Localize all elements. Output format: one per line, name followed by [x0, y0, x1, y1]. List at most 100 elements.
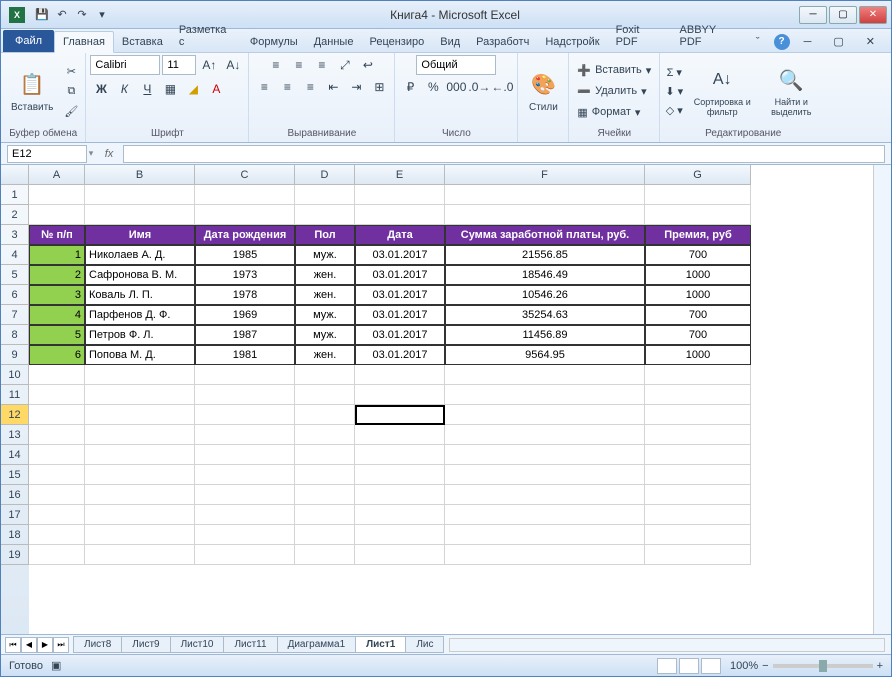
cell-A13[interactable]: [29, 425, 85, 445]
row-header-14[interactable]: 14: [1, 445, 29, 465]
font-name-combo[interactable]: Calibri: [90, 55, 160, 75]
row-header-13[interactable]: 13: [1, 425, 29, 445]
cell-F2[interactable]: [445, 205, 645, 225]
percent-button[interactable]: %: [422, 77, 444, 97]
sheet-tab-Лист1[interactable]: Лист1: [355, 636, 406, 653]
align-right-button[interactable]: ≡: [299, 77, 321, 97]
find-select-button[interactable]: 🔍 Найти и выделить: [760, 58, 822, 124]
cell-B15[interactable]: [85, 465, 195, 485]
cell-G8[interactable]: 700: [645, 325, 751, 345]
sheet-tab-Лист9[interactable]: Лист9: [121, 636, 170, 653]
zoom-slider[interactable]: [773, 664, 873, 668]
cell-A7[interactable]: 4: [29, 305, 85, 325]
cell-A9[interactable]: 6: [29, 345, 85, 365]
cell-D5[interactable]: жен.: [295, 265, 355, 285]
cell-A10[interactable]: [29, 365, 85, 385]
align-bottom-button[interactable]: ≡: [311, 55, 333, 75]
indent-inc-button[interactable]: ⇥: [345, 77, 367, 97]
cell-G15[interactable]: [645, 465, 751, 485]
column-header-F[interactable]: F: [445, 165, 645, 185]
cell-D19[interactable]: [295, 545, 355, 565]
cell-B19[interactable]: [85, 545, 195, 565]
cell-E1[interactable]: [355, 185, 445, 205]
cell-C10[interactable]: [195, 365, 295, 385]
ribbon-minimize-icon[interactable]: ˇ: [748, 32, 768, 52]
cell-F15[interactable]: [445, 465, 645, 485]
fx-button[interactable]: fx: [99, 145, 119, 163]
tab-view[interactable]: Вид: [432, 32, 468, 52]
align-left-button[interactable]: ≡: [253, 77, 275, 97]
row-header-17[interactable]: 17: [1, 505, 29, 525]
bold-button[interactable]: Ж: [90, 79, 112, 99]
decrease-decimal-button[interactable]: ←.0: [491, 77, 513, 97]
maximize-button[interactable]: ▢: [829, 6, 857, 24]
currency-button[interactable]: ₽: [399, 77, 421, 97]
cell-B11[interactable]: [85, 385, 195, 405]
cell-E8[interactable]: 03.01.2017: [355, 325, 445, 345]
row-header-7[interactable]: 7: [1, 305, 29, 325]
cell-F6[interactable]: 10546.26: [445, 285, 645, 305]
cell-G19[interactable]: [645, 545, 751, 565]
copy-button[interactable]: ⧉: [61, 82, 81, 100]
row-header-1[interactable]: 1: [1, 185, 29, 205]
cell-C2[interactable]: [195, 205, 295, 225]
cell-A19[interactable]: [29, 545, 85, 565]
cell-D11[interactable]: [295, 385, 355, 405]
view-normal-button[interactable]: [657, 658, 677, 674]
cell-F9[interactable]: 9564.95: [445, 345, 645, 365]
cell-F11[interactable]: [445, 385, 645, 405]
cell-B16[interactable]: [85, 485, 195, 505]
delete-cells-button[interactable]: ➖Удалить ▾: [573, 81, 655, 101]
cell-F17[interactable]: [445, 505, 645, 525]
cell-D15[interactable]: [295, 465, 355, 485]
cell-G13[interactable]: [645, 425, 751, 445]
zoom-level[interactable]: 100%: [730, 660, 758, 672]
wrap-text-button[interactable]: ↩: [357, 55, 379, 75]
cell-D16[interactable]: [295, 485, 355, 505]
merge-button[interactable]: ⊞: [368, 77, 390, 97]
cell-C11[interactable]: [195, 385, 295, 405]
cell-D2[interactable]: [295, 205, 355, 225]
row-header-11[interactable]: 11: [1, 385, 29, 405]
cell-B13[interactable]: [85, 425, 195, 445]
save-button[interactable]: 💾: [33, 6, 51, 24]
cell-G9[interactable]: 1000: [645, 345, 751, 365]
fill-button[interactable]: ⬇ ▾: [664, 82, 684, 100]
cell-C1[interactable]: [195, 185, 295, 205]
font-size-combo[interactable]: 11: [162, 55, 196, 75]
view-pagebreak-button[interactable]: [701, 658, 721, 674]
column-header-E[interactable]: E: [355, 165, 445, 185]
tab-developer[interactable]: Разработч: [468, 32, 537, 52]
sheet-nav-last[interactable]: ⏭: [53, 637, 69, 653]
column-header-C[interactable]: C: [195, 165, 295, 185]
cell-G7[interactable]: 700: [645, 305, 751, 325]
row-header-10[interactable]: 10: [1, 365, 29, 385]
cell-B7[interactable]: Парфенов Д. Ф.: [85, 305, 195, 325]
cell-G17[interactable]: [645, 505, 751, 525]
cell-E10[interactable]: [355, 365, 445, 385]
italic-button[interactable]: К: [113, 79, 135, 99]
insert-cells-button[interactable]: ➕Вставить ▾: [573, 60, 655, 80]
cell-F1[interactable]: [445, 185, 645, 205]
cell-G1[interactable]: [645, 185, 751, 205]
align-center-button[interactable]: ≡: [276, 77, 298, 97]
cell-D3[interactable]: Пол: [295, 225, 355, 245]
cell-B4[interactable]: Николаев А. Д.: [85, 245, 195, 265]
cell-A17[interactable]: [29, 505, 85, 525]
zoom-in-button[interactable]: +: [877, 660, 883, 672]
close-button[interactable]: ✕: [859, 6, 887, 24]
indent-dec-button[interactable]: ⇤: [322, 77, 344, 97]
row-header-8[interactable]: 8: [1, 325, 29, 345]
underline-button[interactable]: Ч: [136, 79, 158, 99]
column-header-G[interactable]: G: [645, 165, 751, 185]
cell-E2[interactable]: [355, 205, 445, 225]
cell-C5[interactable]: 1973: [195, 265, 295, 285]
comma-button[interactable]: 000: [445, 77, 467, 97]
column-header-A[interactable]: A: [29, 165, 85, 185]
cell-G11[interactable]: [645, 385, 751, 405]
cell-E15[interactable]: [355, 465, 445, 485]
redo-button[interactable]: ↷: [73, 6, 91, 24]
sort-filter-button[interactable]: A↓ Сортировка и фильтр: [686, 58, 758, 124]
cell-C6[interactable]: 1978: [195, 285, 295, 305]
cell-E4[interactable]: 03.01.2017: [355, 245, 445, 265]
